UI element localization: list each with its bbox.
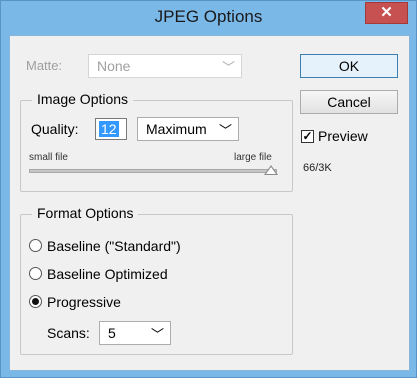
matte-label: Matte: (26, 58, 63, 73)
scans-select[interactable]: 5 ﹀ (99, 321, 171, 345)
quality-slider-track[interactable] (29, 169, 277, 173)
scans-label: Scans: (47, 325, 90, 341)
image-options-legend: Image Options (32, 91, 134, 107)
small-file-label: small file (29, 152, 68, 163)
ok-button[interactable]: OK (300, 54, 398, 78)
title-bar[interactable]: JPEG Options ✕ (1, 1, 416, 35)
format-options-group: Format Options Baseline ("Standard") Bas… (20, 205, 293, 355)
scans-value: 5 (108, 325, 116, 341)
chevron-down-icon: ﹀ (150, 327, 164, 342)
radio-label: Progressive (47, 294, 121, 310)
preview-label: Preview (318, 128, 368, 144)
close-icon: ✕ (380, 4, 393, 21)
quality-value: 12 (99, 121, 119, 137)
matte-value: None (97, 58, 131, 74)
cancel-button[interactable]: Cancel (300, 90, 398, 114)
radio-label: Baseline ("Standard") (47, 238, 181, 254)
large-file-label: large file (234, 152, 272, 163)
matte-select: None ﹀ (88, 54, 242, 78)
image-options-group: Image Options Quality: 12 Maximum ﹀ smal… (20, 91, 293, 192)
preview-checkbox[interactable]: ✓ (301, 130, 314, 143)
radio-button[interactable] (29, 295, 42, 308)
close-button[interactable]: ✕ (365, 2, 408, 24)
quality-preset-select[interactable]: Maximum ﹀ (137, 117, 239, 141)
quality-slider-thumb[interactable] (264, 165, 278, 175)
radio-button[interactable] (29, 239, 42, 252)
chevron-down-icon: ﹀ (218, 123, 232, 138)
dialog-body: Matte: None ﹀ OK Cancel Image Options Qu… (9, 35, 410, 371)
quality-input[interactable]: 12 (95, 118, 127, 140)
dialog-window: JPEG Options ✕ Matte: None ﹀ OK Cancel I… (0, 0, 417, 378)
chevron-down-icon: ﹀ (221, 60, 235, 75)
file-size-readout: 66/3K (303, 162, 332, 174)
format-options-legend: Format Options (32, 205, 139, 221)
radio-button[interactable] (29, 267, 42, 280)
check-icon: ✓ (302, 129, 313, 143)
quality-label: Quality: (31, 121, 79, 137)
dialog-title: JPEG Options (154, 7, 263, 26)
radio-label: Baseline Optimized (47, 266, 168, 282)
quality-preset-value: Maximum (146, 121, 207, 137)
